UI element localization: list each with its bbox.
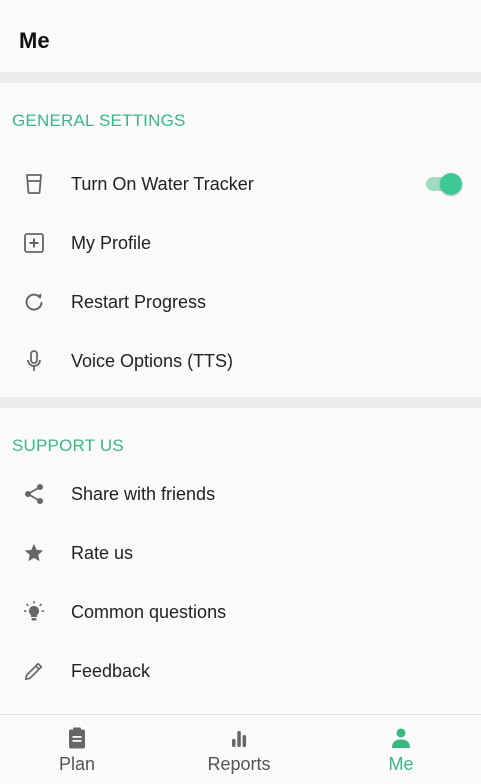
restart-progress-label: Restart Progress <box>71 291 207 312</box>
water-tracker-row[interactable]: Turn On Water Tracker <box>0 155 481 213</box>
feedback-row[interactable]: Feedback <box>0 642 481 700</box>
bottom-nav: Plan Reports Me <box>0 714 481 784</box>
microphone-icon <box>22 349 46 373</box>
page-title: Me <box>19 28 50 53</box>
rate-label: Rate us <box>71 542 134 563</box>
bar-chart-icon <box>232 731 247 747</box>
pencil-icon <box>22 659 46 683</box>
lightbulb-icon <box>22 600 46 624</box>
questions-label: Common questions <box>71 601 227 622</box>
profile-plus-icon <box>22 231 46 255</box>
nav-plan[interactable]: Plan <box>17 715 137 784</box>
nav-me[interactable]: Me <box>341 715 461 784</box>
voice-options-row[interactable]: Voice Options (TTS) <box>0 332 481 390</box>
person-icon <box>392 728 410 748</box>
share-label: Share with friends <box>71 483 216 504</box>
restart-progress-row[interactable]: Restart Progress <box>0 273 481 331</box>
nav-me-label: Me <box>388 754 414 774</box>
share-row[interactable]: Share with friends <box>0 465 481 523</box>
feedback-label: Feedback <box>71 660 151 681</box>
nav-reports-label: Reports <box>207 754 271 774</box>
nav-reports[interactable]: Reports <box>179 715 299 784</box>
cup-icon <box>22 172 46 196</box>
section-divider <box>0 72 481 83</box>
section-divider <box>0 397 481 408</box>
rate-row[interactable]: Rate us <box>0 524 481 582</box>
general-settings-section: GENERAL SETTINGS Turn On Water Tracker M… <box>0 83 481 397</box>
water-tracker-toggle[interactable] <box>424 173 464 195</box>
star-icon <box>22 541 46 565</box>
clipboard-icon <box>69 727 85 749</box>
voice-options-label: Voice Options (TTS) <box>71 350 234 371</box>
water-tracker-label: Turn On Water Tracker <box>71 173 254 194</box>
questions-row[interactable]: Common questions <box>0 583 481 641</box>
my-profile-row[interactable]: My Profile <box>0 214 481 272</box>
app-header: Me <box>0 0 481 72</box>
share-icon <box>22 482 46 506</box>
support-section: SUPPORT US Share with friends Rate us Co… <box>0 408 481 714</box>
section-title-general: GENERAL SETTINGS <box>12 111 186 130</box>
nav-plan-label: Plan <box>58 754 96 774</box>
section-title-support: SUPPORT US <box>12 436 124 455</box>
restart-icon <box>22 290 46 314</box>
my-profile-label: My Profile <box>71 232 152 253</box>
